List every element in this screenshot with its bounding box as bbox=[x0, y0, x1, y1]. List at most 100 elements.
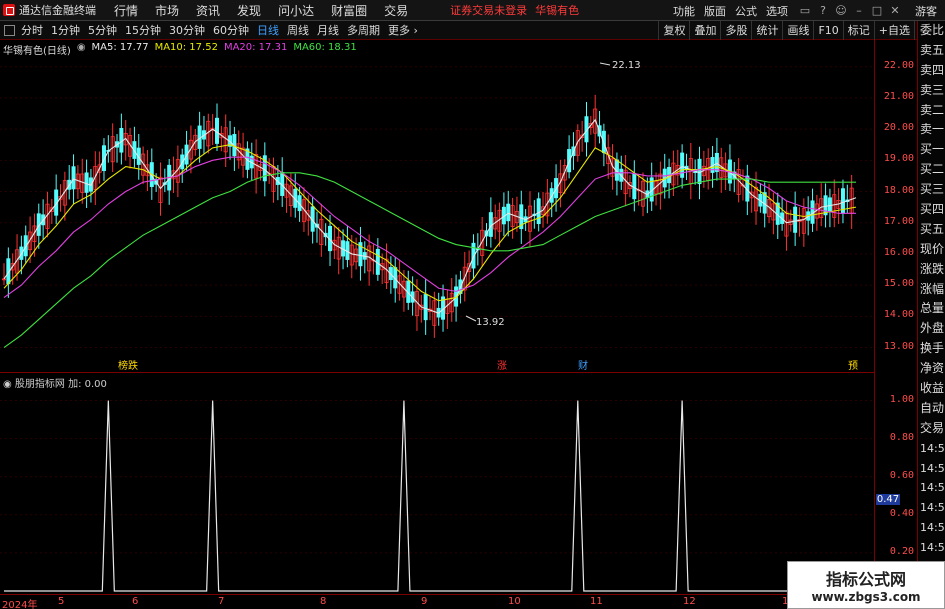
side-panel-item[interactable]: 净资 bbox=[918, 359, 945, 379]
indicator-series-line bbox=[4, 400, 856, 592]
period-30min[interactable]: 30分钟 bbox=[169, 22, 205, 38]
period-monthly[interactable]: 月线 bbox=[317, 22, 339, 38]
time-tick-label: 8 bbox=[320, 596, 327, 607]
side-panel-item[interactable]: 卖四 bbox=[918, 61, 945, 81]
draw-line-button[interactable]: 画线 bbox=[782, 21, 813, 40]
minimize-icon[interactable]: – bbox=[851, 4, 867, 18]
f10-button[interactable]: F10 bbox=[813, 21, 842, 40]
indicator-tick-label: 0.40 bbox=[889, 507, 914, 519]
menu-item-wealth[interactable]: 财富圈 bbox=[331, 2, 367, 19]
ma60-label: MA60: 18.31 bbox=[293, 42, 357, 53]
candle-body bbox=[793, 206, 798, 233]
ma5-label: MA5: 17.77 bbox=[91, 42, 149, 53]
overlay-button[interactable]: 叠加 bbox=[689, 21, 720, 40]
side-panel-item[interactable]: 14:56 bbox=[918, 459, 945, 479]
indicator-cursor-value: 0.47 bbox=[876, 494, 900, 506]
maximize-icon[interactable]: □ bbox=[869, 4, 885, 18]
kline-chart-pane[interactable]: 22.13 13.92 榜跌 涨 财 预 华锡有色(日线) ◉ MA5: 17.77 MA… bbox=[0, 40, 875, 373]
high-price-label: 22.13 bbox=[612, 60, 641, 71]
restore-rights-button[interactable]: 复权 bbox=[658, 21, 689, 40]
side-panel-item[interactable]: 14:56 bbox=[918, 498, 945, 518]
side-panel-item[interactable]: 收益 bbox=[918, 379, 945, 399]
side-panel-item[interactable]: 自动 bbox=[918, 399, 945, 419]
side-panel-item[interactable]: 涨幅 bbox=[918, 280, 945, 300]
side-panel-item[interactable]: 买五 bbox=[918, 220, 945, 240]
watermark-title: 指标公式网 bbox=[825, 570, 906, 589]
candle-body bbox=[423, 294, 428, 321]
price-tick-label: 15.00 bbox=[883, 278, 914, 290]
side-panel-item[interactable]: 委比 bbox=[918, 21, 945, 41]
side-panel-item[interactable]: 14:56 bbox=[918, 439, 945, 459]
statistics-button[interactable]: 统计 bbox=[751, 21, 782, 40]
period-weekly[interactable]: 周线 bbox=[287, 22, 309, 38]
menu-item-ask[interactable]: 问小达 bbox=[278, 2, 314, 19]
menu-item-market[interactable]: 市场 bbox=[155, 2, 179, 19]
period-60min[interactable]: 60分钟 bbox=[213, 22, 249, 38]
time-tick-label: 12 bbox=[683, 596, 696, 607]
panel-toggle-icon[interactable] bbox=[4, 24, 15, 36]
indicator-legend-text: 股朋指标网 加: 0.00 bbox=[14, 379, 107, 390]
price-axis: 22.00 21.00 20.00 19.00 18.00 17.00 16.00 15.00… bbox=[875, 40, 917, 594]
quote-side-panel: 委比 卖五 卖四 卖三 卖二 卖一 买一 买二 买三 买四 买五 现价 涨跌 涨幅 总量 外盘 换手 净资 收益 自动… bbox=[917, 21, 945, 609]
side-panel-item[interactable]: 总量 bbox=[918, 299, 945, 319]
add-watchlist-button[interactable]: +自选 bbox=[873, 21, 914, 40]
current-stock-name: 华锡有色 bbox=[535, 4, 580, 17]
window-layout-icon[interactable]: ▭ bbox=[797, 4, 813, 18]
side-panel-item[interactable]: 卖一 bbox=[918, 120, 945, 140]
side-panel-item[interactable]: 14:56 bbox=[918, 538, 945, 558]
menu-item-layout[interactable]: 版面 bbox=[704, 3, 726, 19]
period-5min[interactable]: 5分钟 bbox=[88, 22, 117, 38]
side-panel-item[interactable]: 14:56 bbox=[918, 478, 945, 498]
user-icon[interactable]: ☺ bbox=[833, 4, 849, 18]
menu-item-function[interactable]: 功能 bbox=[673, 3, 695, 19]
period-15min[interactable]: 15分钟 bbox=[125, 22, 161, 38]
indicator-tick-label: 0.60 bbox=[889, 469, 914, 481]
period-1min[interactable]: 1分钟 bbox=[51, 22, 80, 38]
price-tick-label: 18.00 bbox=[883, 184, 914, 196]
multi-stock-button[interactable]: 多股 bbox=[720, 21, 751, 40]
menu-item-trade[interactable]: 交易 bbox=[384, 2, 408, 19]
side-panel-item[interactable]: 买二 bbox=[918, 160, 945, 180]
mark-button[interactable]: 标记 bbox=[842, 21, 874, 40]
period-intraday[interactable]: 分时 bbox=[21, 22, 43, 38]
menu-item-discover[interactable]: 发现 bbox=[237, 2, 261, 19]
side-panel-item[interactable]: 买一 bbox=[918, 140, 945, 160]
period-toolbar: 分时 1分钟 5分钟 15分钟 30分钟 60分钟 日线 周线 月线 多周期 更… bbox=[0, 21, 945, 40]
side-panel-item[interactable]: 卖三 bbox=[918, 81, 945, 101]
side-panel-item[interactable]: 买四 bbox=[918, 200, 945, 220]
candle-body bbox=[506, 203, 511, 222]
side-panel-item[interactable]: 交易 bbox=[918, 419, 945, 439]
menu-item-formula[interactable]: 公式 bbox=[735, 3, 757, 19]
login-status[interactable]: 证券交易未登录 bbox=[450, 2, 527, 18]
menu-item-quotes[interactable]: 行情 bbox=[114, 2, 138, 19]
time-tick-label: 9 bbox=[421, 596, 428, 607]
period-more[interactable]: 更多 › bbox=[388, 22, 418, 38]
side-panel-item[interactable]: 现价 bbox=[918, 240, 945, 260]
period-multi[interactable]: 多周期 bbox=[347, 22, 380, 38]
indicator-legend-icon[interactable]: ◉ bbox=[3, 379, 15, 390]
time-tick-label: 10 bbox=[508, 596, 521, 607]
indicator-pane[interactable]: ◉ 股朋指标网 加: 0.00 bbox=[0, 373, 875, 594]
side-panel-item[interactable]: 外盘 bbox=[918, 319, 945, 339]
chart-title: 华锡有色(日线) bbox=[3, 46, 71, 57]
low-price-label: 13.92 bbox=[476, 317, 505, 328]
side-panel-item[interactable]: 换手 bbox=[918, 339, 945, 359]
side-panel-item[interactable]: 卖二 bbox=[918, 101, 945, 121]
watermark-url: www.zbgs3.com bbox=[811, 590, 921, 604]
side-panel-item[interactable]: 涨跌 bbox=[918, 260, 945, 280]
side-panel-item[interactable]: 14:56 bbox=[918, 518, 945, 538]
close-icon[interactable]: ✕ bbox=[887, 4, 903, 18]
legend-toggle-icon[interactable]: ◉ bbox=[77, 42, 86, 57]
side-panel-item[interactable]: 买三 bbox=[918, 180, 945, 200]
candle-body bbox=[680, 152, 685, 178]
period-daily[interactable]: 日线 bbox=[257, 22, 279, 38]
help-icon[interactable]: ? bbox=[815, 4, 831, 18]
price-tick-label: 16.00 bbox=[883, 246, 914, 258]
menu-item-options[interactable]: 选项 bbox=[766, 3, 788, 19]
side-panel-item[interactable]: 卖五 bbox=[918, 41, 945, 61]
app-title: 通达信金融终端 bbox=[19, 4, 96, 17]
menu-item-news[interactable]: 资讯 bbox=[196, 2, 220, 19]
candle-body bbox=[714, 152, 719, 172]
guest-label[interactable]: 游客 bbox=[915, 3, 937, 19]
indicator-legend: ◉ 股朋指标网 加: 0.00 bbox=[3, 375, 107, 390]
